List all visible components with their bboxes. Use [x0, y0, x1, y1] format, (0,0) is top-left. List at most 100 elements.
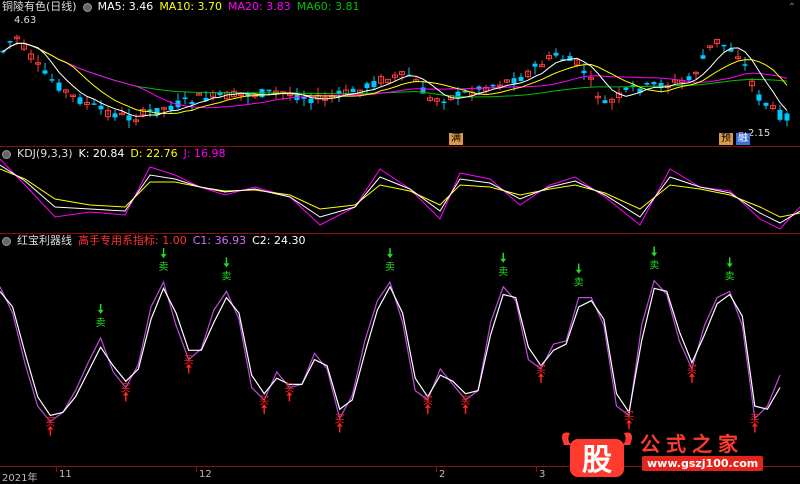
candle-body	[700, 55, 706, 59]
candle-body	[532, 63, 538, 67]
sell-label: 卖	[385, 261, 395, 273]
time-tick: 11	[59, 469, 72, 480]
c2-label: C2: 24.30	[252, 234, 306, 247]
d-line	[0, 168, 800, 218]
low-price-label: 2.15	[748, 128, 771, 139]
candle-body	[784, 113, 790, 121]
d-label: D: 22.76	[130, 147, 178, 160]
candle-body	[112, 113, 118, 118]
ma60-label: MA60: 3.81	[296, 0, 360, 13]
candle-body	[581, 70, 587, 74]
candle-body	[168, 105, 174, 111]
price-title: 铜陵有色(日线)	[2, 0, 77, 13]
site-logo: 股	[562, 432, 632, 478]
candle-body	[490, 84, 496, 87]
signal-line-c2	[0, 285, 781, 417]
high-price-label: 4.63	[14, 15, 37, 26]
expand-arrow-icon[interactable]: ⌃	[788, 2, 796, 13]
event-tag[interactable]: 满	[449, 133, 463, 145]
price-header: 铜陵有色(日线) MA5: 3.46 MA10: 3.70 MA20: 3.83…	[2, 0, 359, 14]
ma20-label: MA20: 3.83	[228, 0, 291, 13]
signal-header: 红宝利器线 高手专用系指标: 1.00 C1: 36.93 C2: 24.30	[2, 234, 305, 248]
candle-body	[602, 100, 608, 104]
candlestick-chart	[0, 34, 790, 129]
signal-line-c1	[0, 279, 781, 423]
sell-label: 卖	[574, 277, 584, 289]
sell-arrow-head	[160, 254, 167, 259]
candle-body	[98, 105, 104, 110]
candle-body	[49, 79, 55, 81]
event-tag[interactable]: 融	[736, 133, 750, 145]
candle-body	[364, 83, 370, 89]
tick-mark	[436, 467, 437, 472]
sell-arrow-head	[500, 258, 507, 263]
candle-body	[7, 41, 13, 43]
candle-body	[182, 97, 188, 100]
time-tick: 2	[439, 469, 446, 480]
settings-circle-icon[interactable]	[2, 149, 11, 159]
sell-label: 卖	[649, 260, 659, 272]
time-tick: 12	[199, 469, 212, 480]
candle-body	[154, 107, 160, 115]
ma60-line	[2, 42, 788, 98]
candle-body	[686, 76, 692, 81]
sell-arrow-head	[726, 263, 733, 268]
time-tick: 3	[539, 469, 546, 480]
candle-body	[266, 89, 272, 92]
candle-body	[721, 44, 727, 47]
candle-body	[91, 103, 97, 105]
candle-body	[651, 82, 657, 85]
sell-label: 卖	[498, 266, 508, 278]
candle-body	[371, 81, 377, 88]
candle-body	[623, 87, 629, 90]
candle-body	[126, 115, 132, 121]
candle-body	[42, 70, 48, 74]
tick-mark	[56, 467, 57, 472]
site-name: 公式之家	[640, 432, 744, 456]
sell-arrow-head	[97, 309, 104, 314]
candle-body	[756, 94, 762, 101]
kdj-header: KDJ(9,3,3) K: 20.84 D: 22.76 J: 16.98	[2, 147, 226, 161]
candle-body	[742, 64, 748, 66]
j-line	[0, 158, 800, 230]
k-label: K: 20.84	[78, 147, 125, 160]
candle-body	[308, 98, 314, 104]
candle-body	[350, 88, 356, 93]
sell-label: 卖	[725, 270, 735, 282]
candle-body	[553, 52, 559, 56]
indicator-label: 高手专用系指标: 1.00	[78, 234, 187, 247]
price-panel: 铜陵有色(日线) MA5: 3.46 MA10: 3.70 MA20: 3.83…	[0, 0, 800, 146]
j-label: J: 16.98	[183, 147, 226, 160]
ma5-label: MA5: 3.46	[97, 0, 154, 13]
settings-circle-icon[interactable]	[82, 2, 92, 12]
sell-arrow-head	[651, 252, 658, 257]
signal-title: 红宝利器线	[17, 234, 72, 247]
tick-mark	[536, 467, 537, 472]
candle-body	[441, 101, 447, 104]
logo-char: 股	[582, 443, 612, 478]
candle-body	[77, 97, 83, 104]
candle-body	[189, 101, 195, 104]
candle-body	[56, 82, 62, 91]
sell-arrow-head	[387, 254, 393, 259]
tick-mark	[196, 467, 197, 472]
kdj-title: KDJ(9,3,3)	[17, 147, 73, 160]
candle-body	[518, 76, 524, 81]
kdj-panel: KDJ(9,3,3) K: 20.84 D: 22.76 J: 16.98	[0, 147, 800, 233]
ma10-label: MA10: 3.70	[159, 0, 223, 13]
candle-body	[777, 110, 783, 120]
c1-label: C1: 36.93	[192, 234, 247, 247]
event-tag[interactable]: 预	[719, 133, 733, 145]
sell-arrow-head	[575, 269, 582, 274]
candle-body	[567, 56, 573, 61]
candle-body	[763, 102, 769, 106]
settings-circle-icon[interactable]	[2, 236, 11, 246]
sell-arrow-head	[223, 263, 230, 268]
sell-label: 卖	[96, 317, 106, 329]
site-url[interactable]: www.gszj100.com	[642, 456, 764, 471]
candle-body	[147, 109, 153, 112]
candle-body	[644, 82, 650, 85]
sell-label: 卖	[221, 270, 231, 282]
sell-label: 卖	[159, 261, 169, 273]
candle-body	[511, 78, 517, 84]
